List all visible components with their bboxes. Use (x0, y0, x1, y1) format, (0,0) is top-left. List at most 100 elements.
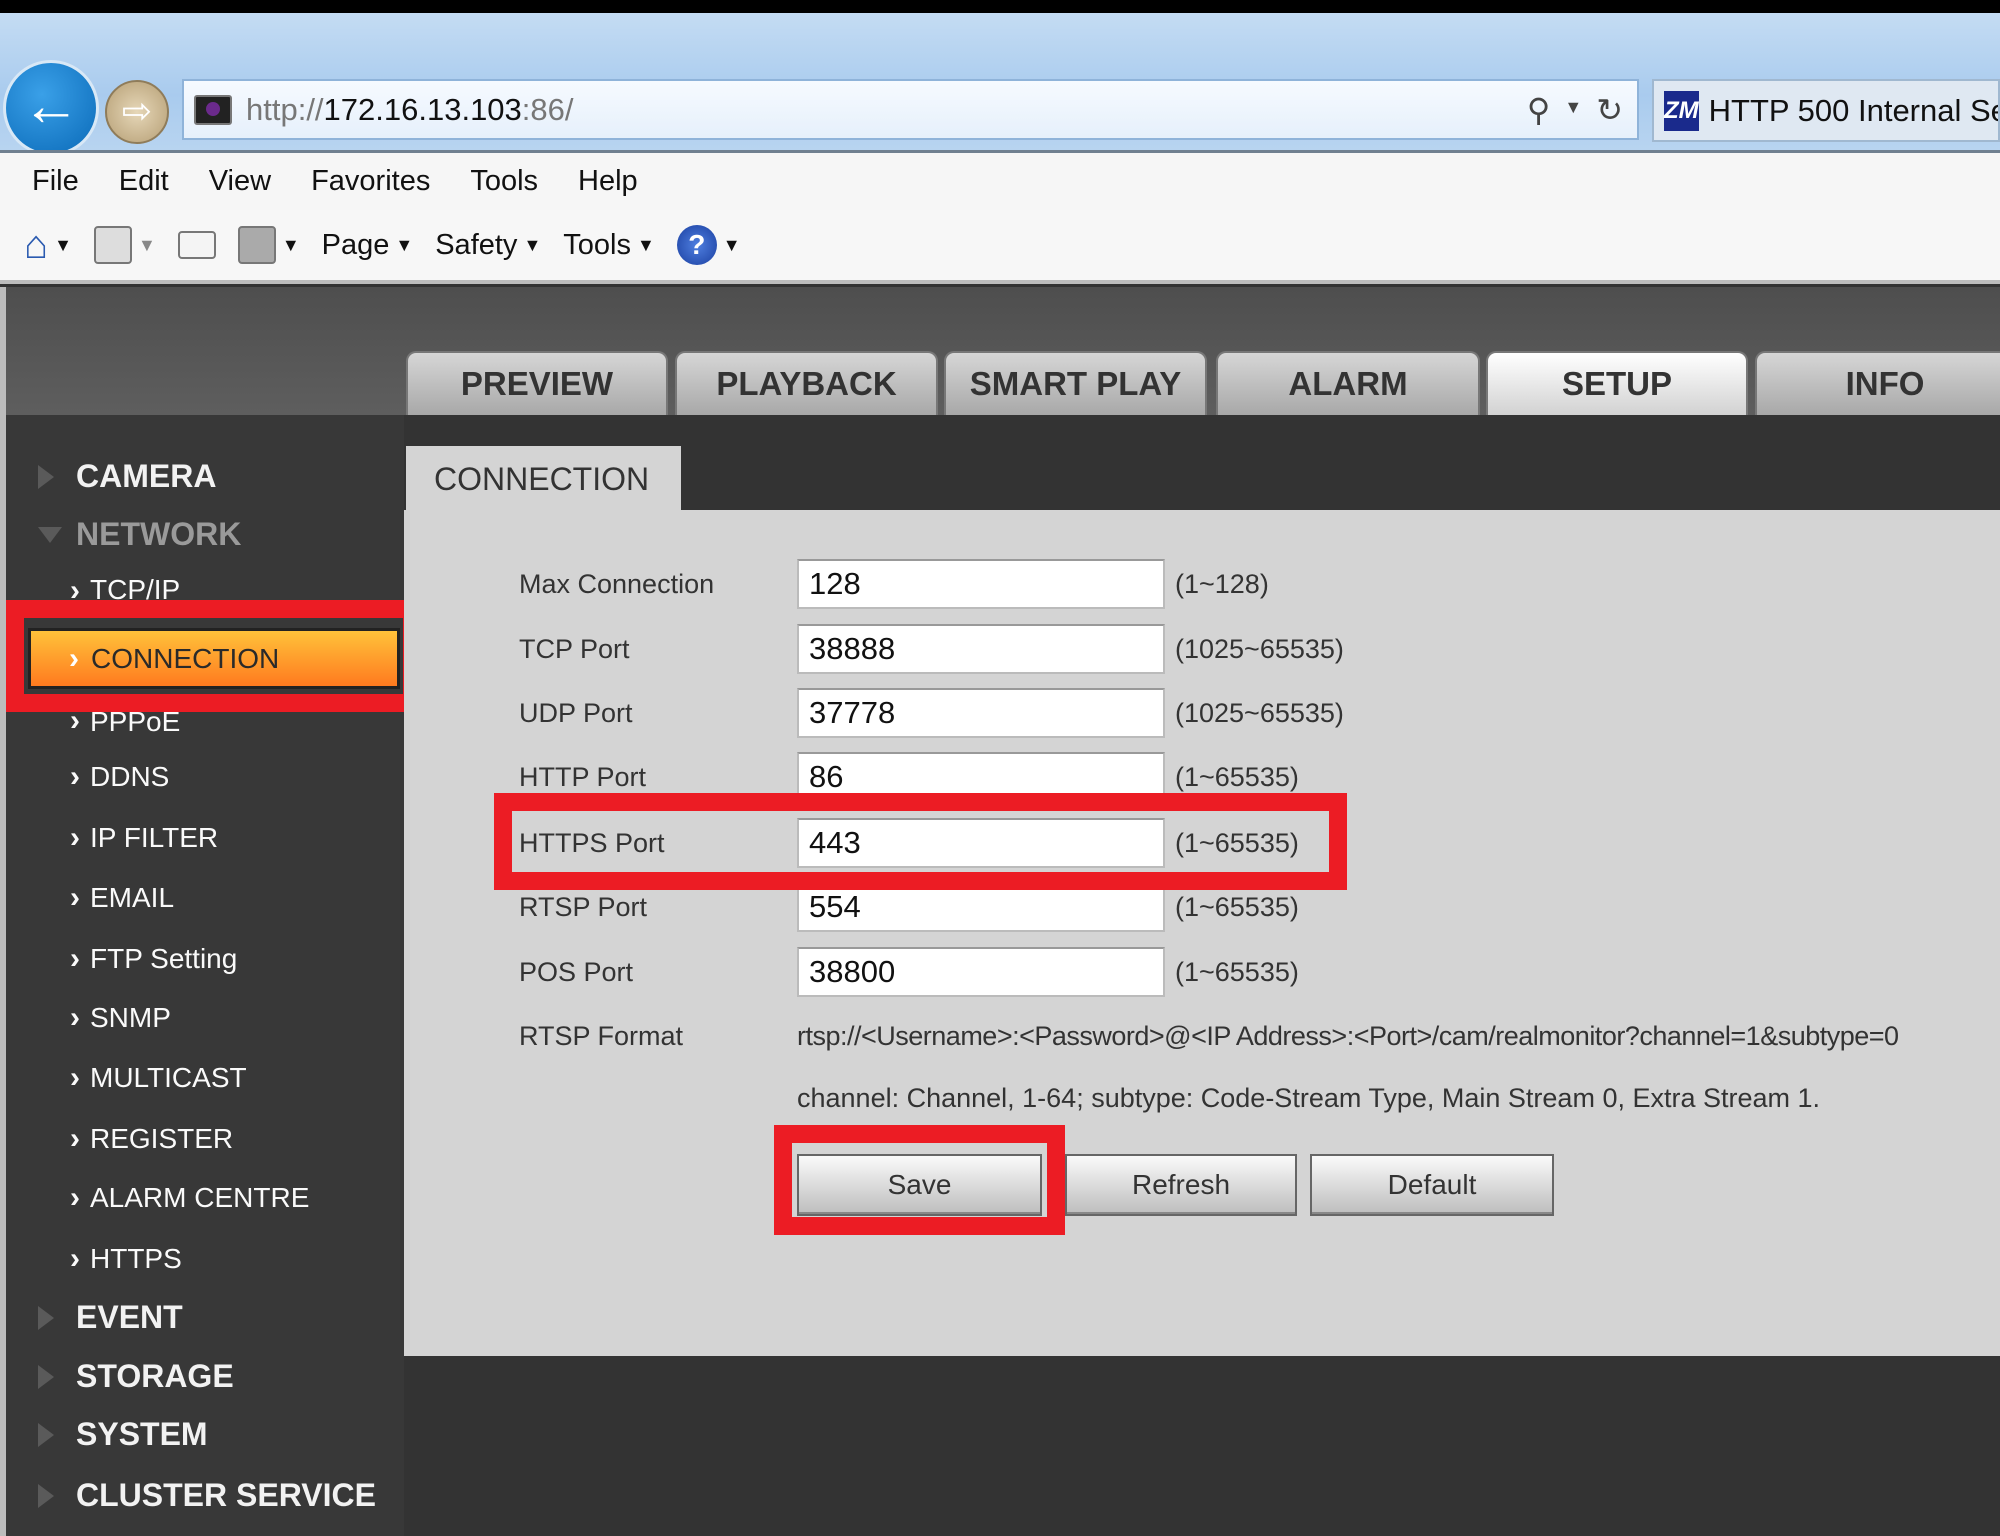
safety-label: Safety (435, 228, 518, 261)
sidebar-item-multicast[interactable]: › MULTICAST (70, 1058, 247, 1098)
collapse-triangle-icon (38, 526, 62, 543)
chevron-right-icon: › (70, 821, 80, 854)
save-button[interactable]: Save (797, 1154, 1042, 1216)
chevron-right-icon: › (70, 1061, 80, 1094)
sidebar-item-snmp[interactable]: › SNMP (70, 998, 171, 1038)
menu-edit[interactable]: Edit (119, 165, 169, 198)
sidebar-item-ftp-setting[interactable]: › FTP Setting (70, 939, 237, 979)
tab-smart-play[interactable]: SMART PLAY (944, 351, 1207, 415)
http-port-input[interactable]: 86 (797, 752, 1165, 802)
chevron-right-icon: › (70, 1122, 80, 1155)
url-scheme: http:// (246, 91, 324, 127)
sidebar-item-ddns[interactable]: › DDNS (70, 757, 169, 797)
menu-help[interactable]: Help (578, 165, 638, 198)
http-port-range: (1~65535) (1175, 762, 1299, 792)
refresh-button[interactable]: Refresh (1065, 1154, 1297, 1216)
sidebar-item-pppoe[interactable]: › PPPoE (70, 712, 180, 738)
chevron-down-icon[interactable]: ▼ (282, 235, 300, 256)
sidebar-item-ip-filter[interactable]: › IP FILTER (70, 818, 218, 858)
tab-preview[interactable]: PREVIEW (406, 351, 668, 415)
feeds-button[interactable]: ▼ (94, 226, 156, 264)
sidebar-item-label: NETWORK (76, 516, 242, 552)
http-port-label: HTTP Port (519, 762, 647, 792)
chevron-right-icon: › (70, 1181, 80, 1214)
sidebar-item-network[interactable]: NETWORK (38, 516, 241, 553)
pos-port-label: POS Port (519, 957, 634, 987)
udp-port-label: UDP Port (519, 698, 633, 728)
safety-menu[interactable]: Safety ▼ (435, 229, 541, 262)
sidebar-item-label: EMAIL (90, 882, 175, 913)
browser-tab[interactable]: ZM HTTP 500 Internal Ser (1652, 79, 2000, 142)
forward-button[interactable]: ⇨ (105, 80, 169, 144)
sidebar-item-label: SNMP (90, 1002, 171, 1033)
sidebar-item-label: EVENT (76, 1299, 183, 1335)
menu-favorites[interactable]: Favorites (311, 165, 430, 198)
page-menu[interactable]: Page ▼ (322, 229, 414, 262)
sidebar-item-label: MULTICAST (90, 1062, 247, 1093)
dropdown-caret-icon[interactable]: ▼ (1564, 91, 1582, 129)
help-menu[interactable]: ? ▼ (676, 225, 741, 265)
chevron-down-icon[interactable]: ▼ (54, 235, 72, 256)
chevron-right-icon: › (69, 641, 79, 675)
expand-triangle-icon (38, 1483, 54, 1508)
tab-setup[interactable]: SETUP (1486, 351, 1748, 415)
address-bar[interactable]: http://172.16.13.103:86/ ⚲ ▼ ↻ (182, 79, 1639, 140)
home-button[interactable]: ⌂ ▼ (24, 223, 72, 268)
tab-playback[interactable]: PLAYBACK (675, 351, 938, 415)
default-button[interactable]: Default (1310, 1154, 1554, 1216)
sidebar-item-storage[interactable]: STORAGE (38, 1358, 234, 1395)
sidebar-item-label: STORAGE (76, 1358, 234, 1394)
chevron-down-icon: ▼ (722, 234, 741, 255)
sidebar-item-event[interactable]: EVENT (38, 1299, 183, 1336)
tcp-port-label: TCP Port (519, 634, 630, 664)
chevron-right-icon: › (70, 712, 80, 737)
rtsp-port-input[interactable]: 554 (797, 882, 1165, 932)
rtsp-port-label: RTSP Port (519, 892, 648, 922)
sidebar-item-register[interactable]: › REGISTER (70, 1119, 233, 1159)
udp-port-range: (1025~65535) (1175, 698, 1344, 728)
udp-port-input[interactable]: 37778 (797, 688, 1165, 738)
search-icon[interactable]: ⚲ (1527, 91, 1550, 129)
back-button[interactable]: ← (3, 60, 99, 156)
max-connection-label: Max Connection (519, 569, 715, 599)
menu-tools[interactable]: Tools (470, 165, 538, 198)
tcp-port-input[interactable]: 38888 (797, 624, 1165, 674)
chevron-down-icon: ▼ (636, 234, 655, 255)
help-icon: ? (676, 225, 717, 265)
sidebar-item-email[interactable]: › EMAIL (70, 878, 174, 918)
refresh-icon[interactable]: ↻ (1596, 91, 1623, 129)
sidebar-item-connection[interactable]: › CONNECTION (28, 628, 400, 689)
chevron-down-icon[interactable]: ▼ (138, 235, 156, 256)
pos-port-input[interactable]: 38800 (797, 947, 1165, 997)
chevron-right-icon: › (70, 942, 80, 975)
sidebar-item-alarm-centre[interactable]: › ALARM CENTRE (70, 1178, 309, 1218)
printer-icon (237, 226, 276, 264)
tab-info[interactable]: INFO (1755, 351, 2000, 415)
tab-alarm[interactable]: ALARM (1216, 351, 1480, 415)
url-text: http://172.16.13.103:86/ (246, 92, 574, 128)
max-connection-range: (1~128) (1175, 569, 1269, 599)
menu-file[interactable]: File (32, 165, 79, 198)
max-connection-input[interactable]: 128 (797, 559, 1165, 609)
site-logo-icon: ZM (1664, 90, 1699, 131)
rtsp-format-label: RTSP Format (519, 1021, 684, 1051)
sidebar-item-https[interactable]: › HTTPS (70, 1239, 182, 1279)
menu-view[interactable]: View (209, 165, 271, 198)
sidebar-item-cluster-service[interactable]: CLUSTER SERVICE (38, 1477, 376, 1514)
tools-menu[interactable]: Tools ▼ (563, 229, 655, 262)
sidebar-item-camera[interactable]: CAMERA (38, 458, 216, 495)
content-tab-connection[interactable]: CONNECTION (406, 446, 681, 512)
rtsp-format-note: channel: Channel, 1-64; subtype: Code-St… (797, 1083, 1821, 1113)
mail-button[interactable] (177, 231, 216, 259)
sidebar-item-tcpip[interactable]: › TCP/IP (70, 574, 180, 602)
sidebar-item-system[interactable]: SYSTEM (38, 1416, 208, 1453)
chevron-right-icon: › (70, 1242, 80, 1275)
rss-icon (94, 226, 132, 264)
https-port-input[interactable]: 443 (797, 818, 1165, 868)
tcp-port-range: (1025~65535) (1175, 634, 1344, 664)
print-button[interactable]: ▼ (237, 226, 300, 264)
home-icon: ⌂ (24, 222, 49, 267)
sidebar-item-label: SYSTEM (76, 1416, 208, 1452)
chevron-down-icon: ▼ (523, 234, 542, 255)
url-host: 172.16.13.103 (323, 91, 522, 127)
